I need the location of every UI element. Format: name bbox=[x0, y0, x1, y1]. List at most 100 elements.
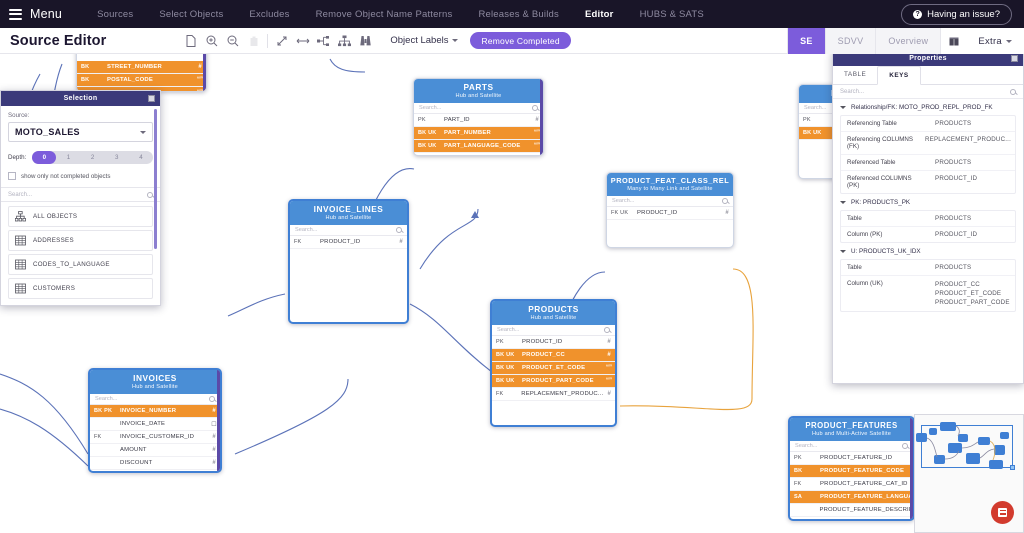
expand-icon[interactable] bbox=[271, 30, 292, 51]
source-label: Source: bbox=[8, 112, 30, 119]
table-row[interactable]: BK PK INVOICE_NUMBER # bbox=[90, 405, 220, 418]
object-labels-dropdown[interactable]: Object Labels bbox=[390, 35, 459, 46]
nav-item-select-objects[interactable]: Select Objects bbox=[146, 9, 236, 20]
column-name: PRODUCT_FEATURE_DESCRIP bbox=[819, 507, 913, 513]
page-icon[interactable] bbox=[180, 30, 201, 51]
property-group-header-pk[interactable]: PK: PRODUCTS_PK bbox=[833, 194, 1023, 210]
entity-node-invoice-lines[interactable]: INVOICE_LINES Hub and Satellite Search..… bbox=[288, 199, 409, 324]
minimap[interactable] bbox=[914, 414, 1024, 533]
having-an-issue-button[interactable]: ? Having an issue? bbox=[901, 4, 1012, 25]
table-row[interactable]: FK PRODUCT_ID # bbox=[290, 236, 407, 249]
table-row[interactable]: FK PRODUCT_FEATURE_CAT_ID bbox=[790, 478, 913, 491]
property-group-header-relationship[interactable]: Relationship/FK: MOTO_PROD_REPL_PROD_FK bbox=[833, 99, 1023, 115]
table-row[interactable]: PRODUCT_FEATURE_DESCRIP bbox=[790, 504, 913, 517]
hamburger-menu-icon[interactable] bbox=[9, 8, 22, 20]
hierarchy-icon[interactable] bbox=[334, 30, 355, 51]
extra-dropdown[interactable]: Extra bbox=[966, 28, 1024, 54]
depth-step-0[interactable]: 0 bbox=[32, 151, 57, 164]
node-subtitle: Hub and Satellite bbox=[325, 215, 372, 221]
table-row[interactable]: BK UK PART_LANGUAGE_CODE “” bbox=[414, 140, 543, 153]
minimap-resize-handle[interactable] bbox=[1010, 465, 1015, 470]
tab-se[interactable]: SE bbox=[787, 28, 825, 54]
entity-node-addresses[interactable]: BK STREET_NUMBER # BK POSTAL_CODE “” BK … bbox=[76, 54, 207, 92]
table-row[interactable]: PK PART_ID # bbox=[414, 114, 543, 127]
tab-keys[interactable]: KEYS bbox=[877, 66, 921, 85]
minimap-viewport[interactable] bbox=[921, 425, 1013, 468]
table-row[interactable]: AMOUNT # bbox=[90, 444, 220, 457]
node-search-input[interactable]: Search... bbox=[290, 225, 407, 236]
table-row[interactable]: INVOICE_DATE ☐ bbox=[90, 418, 220, 431]
table-row[interactable]: FK UK PRODUCT_ID # bbox=[607, 207, 733, 220]
table-row[interactable]: DISCOUNT # bbox=[90, 457, 220, 470]
property-group-header-uk[interactable]: U: PRODUCTS_UK_IDX bbox=[833, 243, 1023, 259]
table-row: Column (PK) PRODUCT_ID bbox=[841, 227, 1015, 242]
minimize-icon[interactable] bbox=[148, 95, 155, 102]
node-search-input[interactable]: Search... bbox=[790, 441, 913, 452]
entity-node-products[interactable]: PRODUCTS Hub and Satellite Search... PK … bbox=[490, 299, 617, 427]
selection-scrollbar[interactable] bbox=[154, 109, 157, 249]
remove-completed-button[interactable]: Remove Completed bbox=[470, 32, 571, 49]
show-not-completed-checkbox[interactable]: show only not completed objects bbox=[8, 172, 153, 180]
table-row[interactable]: BK UK PRODUCT_ET_CODE “” bbox=[492, 362, 615, 375]
property-value: PRODUCT_ET_CODE bbox=[935, 290, 1002, 297]
tab-table[interactable]: TABLE bbox=[833, 66, 877, 84]
arrows-horizontal-icon[interactable] bbox=[292, 30, 313, 51]
table-row[interactable]: BK UK PART_NUMBER “” bbox=[414, 127, 543, 140]
depth-step-4[interactable]: 4 bbox=[129, 151, 153, 164]
selection-search-input[interactable]: Search... bbox=[1, 187, 160, 202]
tab-overview[interactable]: Overview bbox=[875, 28, 941, 54]
list-item-codes-to-language[interactable]: CODES_TO_LANGUAGE bbox=[8, 254, 153, 275]
graph-icon[interactable] bbox=[313, 30, 334, 51]
entity-node-product-feat-class-rel[interactable]: PRODUCT_FEAT_CLASS_REL Many to Many Link… bbox=[606, 172, 734, 248]
table-icon bbox=[15, 259, 26, 270]
table-row[interactable]: SA PRODUCT_FEATURE_LANGUA bbox=[790, 491, 913, 504]
list-item-customers[interactable]: CUSTOMERS bbox=[8, 278, 153, 299]
depth-step-1[interactable]: 1 bbox=[56, 151, 80, 164]
table-row[interactable]: BK STREET_NUMBER # bbox=[77, 61, 206, 74]
nav-item-excludes[interactable]: Excludes bbox=[236, 9, 302, 20]
table-row[interactable]: PK PRODUCT_ID # bbox=[492, 336, 615, 349]
type-icon: “” bbox=[606, 378, 612, 384]
table-row[interactable]: BK UK PRODUCT_CC # bbox=[492, 349, 615, 362]
table-row[interactable]: BK PRODUCT_FEATURE_CODE bbox=[790, 465, 913, 478]
depth-selector[interactable]: Depth: 0 1 2 3 4 bbox=[8, 151, 153, 164]
source-select[interactable]: MOTO_SALES bbox=[8, 122, 153, 142]
entity-node-product-features[interactable]: PRODUCT_FEATURES Hub and Multi-Active Sa… bbox=[788, 416, 915, 521]
column-name: INVOICE_CUSTOMER_ID bbox=[120, 434, 195, 440]
table-row[interactable]: FK INVOICE_CUSTOMER_ID # bbox=[90, 431, 220, 444]
properties-search-input[interactable]: Search... bbox=[833, 85, 1023, 99]
zoom-in-icon[interactable] bbox=[201, 30, 222, 51]
properties-panel[interactable]: Properties TABLE KEYS Search... Relation… bbox=[832, 50, 1024, 384]
selection-panel[interactable]: Selection Source: MOTO_SALES Depth: 0 1 … bbox=[0, 90, 161, 306]
nav-item-remove-object-name-patterns[interactable]: Remove Object Name Patterns bbox=[303, 9, 466, 20]
entity-node-invoices[interactable]: INVOICES Hub and Satellite Search... BK … bbox=[88, 368, 222, 473]
nav-item-editor[interactable]: Editor bbox=[572, 9, 627, 20]
column-list: FK PRODUCT_ID # bbox=[290, 236, 407, 249]
node-search-input[interactable]: Search... bbox=[90, 394, 220, 405]
node-search-input[interactable]: Search... bbox=[414, 103, 543, 114]
book-icon[interactable] bbox=[940, 28, 967, 54]
table-row[interactable]: FK REPLACEMENT_PRODUC... # bbox=[492, 388, 615, 401]
list-item-addresses[interactable]: ADDRESSES bbox=[8, 230, 153, 251]
table-row[interactable]: BK POSTAL_CODE “” bbox=[77, 74, 206, 87]
node-search-input[interactable]: Search... bbox=[607, 196, 733, 207]
entity-node-parts[interactable]: PARTS Hub and Satellite Search... PK PAR… bbox=[413, 78, 544, 156]
zoom-out-icon[interactable] bbox=[222, 30, 243, 51]
menu-label[interactable]: Menu bbox=[30, 7, 62, 21]
table-row[interactable]: PK PRODUCT_FEATURE_ID bbox=[790, 452, 913, 465]
depth-step-3[interactable]: 3 bbox=[105, 151, 129, 164]
binoculars-icon[interactable] bbox=[355, 30, 376, 51]
key-badge: FK bbox=[94, 434, 102, 440]
list-item-all-objects[interactable]: ALL OBJECTS bbox=[8, 206, 153, 227]
node-search-input[interactable]: Search... bbox=[492, 325, 615, 336]
column-list: FK UK PRODUCT_ID # bbox=[607, 207, 733, 220]
page-title: Source Editor bbox=[10, 32, 107, 49]
nav-item-hubs-sats[interactable]: HUBS & SATS bbox=[627, 9, 717, 20]
nav-item-releases-builds[interactable]: Releases & Builds bbox=[465, 9, 572, 20]
table-row[interactable]: BK UK PRODUCT_PART_CODE “” bbox=[492, 375, 615, 388]
depth-step-2[interactable]: 2 bbox=[81, 151, 105, 164]
help-fab-button[interactable] bbox=[991, 501, 1014, 524]
tab-sdvv[interactable]: SDVV bbox=[824, 28, 876, 54]
nav-item-sources[interactable]: Sources bbox=[84, 9, 146, 20]
minimize-icon[interactable] bbox=[1011, 55, 1018, 62]
